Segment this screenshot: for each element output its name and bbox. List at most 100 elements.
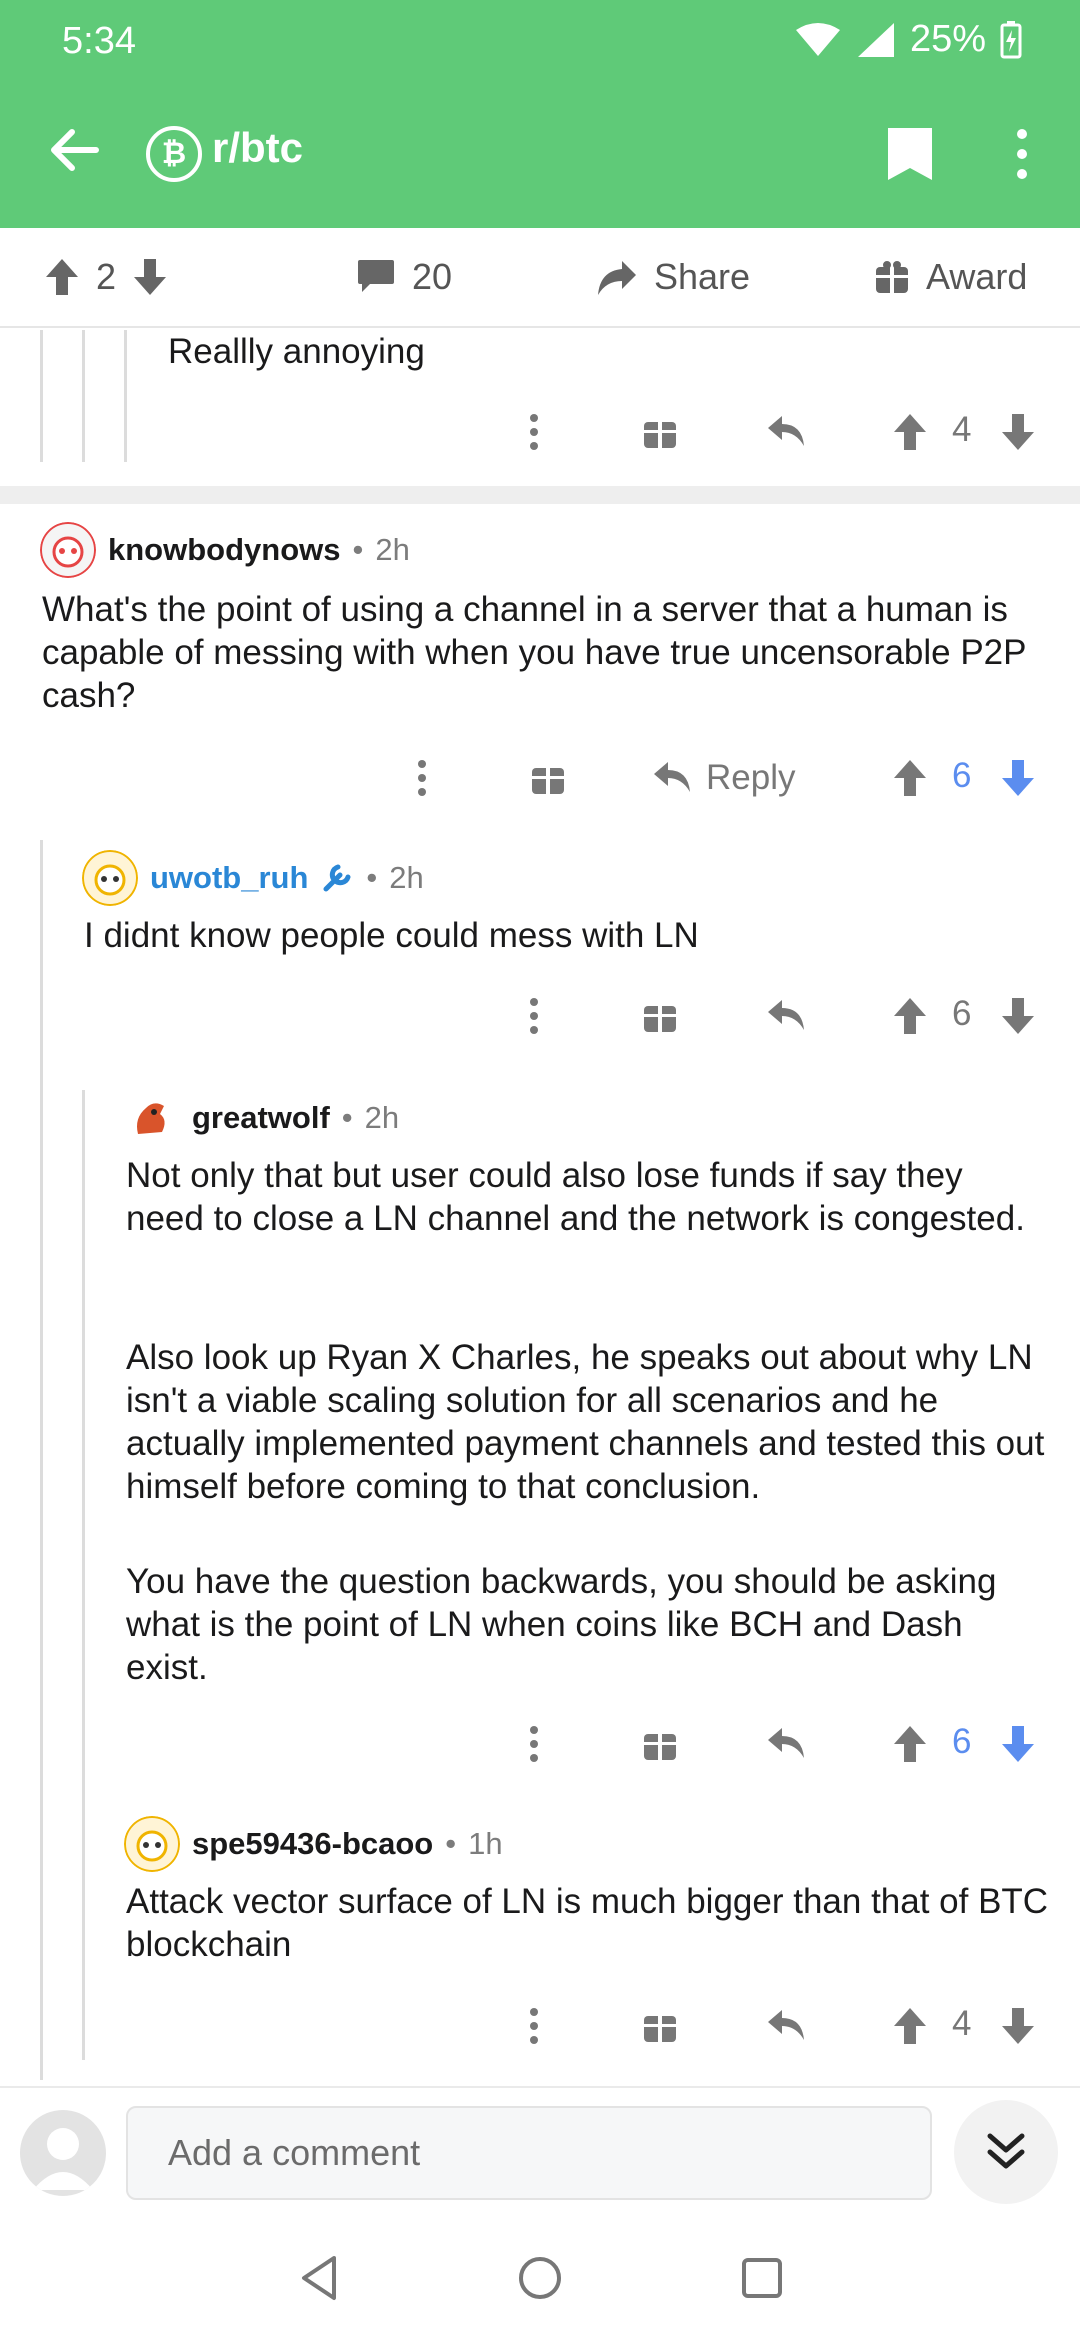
more-vertical-icon	[530, 1726, 538, 1762]
comment-body: What's the point of using a channel in a…	[42, 590, 1026, 715]
subreddit-icon: ₿	[146, 126, 202, 182]
nav-back-icon[interactable]	[290, 2248, 350, 2308]
award-comment-button[interactable]	[640, 1714, 680, 1774]
comment-author[interactable]: spe59436-bcaoo	[192, 1826, 433, 1862]
comment-actions: 4	[0, 1996, 1080, 2056]
comment-score: 6	[952, 1722, 972, 1761]
comment-author[interactable]: knowbodynows	[108, 532, 341, 568]
bookmark-icon[interactable]	[884, 124, 936, 184]
comment-more-button[interactable]	[404, 748, 440, 808]
reply-button[interactable]	[764, 1714, 808, 1774]
upvote-icon[interactable]	[890, 1714, 930, 1774]
award-button[interactable]: Award	[874, 256, 1027, 298]
more-options-icon[interactable]	[1004, 124, 1040, 184]
system-navigation-bar	[0, 2218, 1080, 2340]
back-arrow-icon[interactable]	[44, 120, 104, 180]
reply-button[interactable]	[764, 1996, 808, 2056]
avatar[interactable]	[124, 1090, 180, 1146]
comment-score: 6	[952, 756, 972, 795]
comment-paragraph: Also look up Ryan X Charles, he speaks o…	[126, 1338, 1045, 1506]
award-comment-button[interactable]	[640, 402, 680, 462]
avatar[interactable]	[82, 850, 138, 906]
comment-header: knowbodynows • 2h	[40, 522, 410, 578]
share-arrow-icon	[598, 261, 636, 295]
app-header: 5:34 25% ₿ r/btc	[0, 0, 1080, 228]
comment-more-button[interactable]	[516, 986, 552, 1046]
more-vertical-icon	[530, 414, 538, 450]
award-comment-button[interactable]	[640, 986, 680, 1046]
gift-icon	[644, 1006, 676, 1032]
comment-paragraph: You have the question backwards, you sho…	[126, 1562, 997, 1687]
reply-arrow-icon	[768, 416, 804, 446]
reply-arrow-icon	[654, 762, 690, 792]
award-comment-button[interactable]	[640, 1996, 680, 2056]
add-comment-input[interactable]: Add a comment	[126, 2106, 932, 2200]
gift-icon	[876, 261, 908, 293]
gift-icon	[644, 2016, 676, 2042]
status-time: 5:34	[62, 20, 136, 62]
share-label: Share	[654, 256, 751, 297]
comment-age: 2h	[375, 532, 410, 567]
share-button[interactable]: Share	[596, 256, 750, 298]
scroll-down-button[interactable]	[954, 2100, 1058, 2204]
comment-header: spe59436-bcaoo • 1h	[124, 1816, 503, 1872]
reply-button[interactable]: Reply	[652, 748, 822, 808]
wifi-icon	[795, 22, 840, 56]
avatar[interactable]	[40, 522, 96, 578]
double-chevron-down-icon	[987, 2133, 1025, 2169]
comment-actions: 4	[0, 402, 1080, 462]
signal-icon	[857, 22, 894, 57]
upvote-icon[interactable]	[44, 257, 80, 297]
comment-author[interactable]: uwotb_ruh	[150, 860, 308, 896]
comment-score: 6	[952, 994, 972, 1033]
battery-percent: 25%	[909, 18, 986, 60]
upvote-icon[interactable]	[890, 402, 930, 462]
comment-author[interactable]: greatwolf	[192, 1100, 330, 1136]
user-avatar[interactable]	[20, 2110, 106, 2196]
thread-rail[interactable]	[82, 1090, 85, 2060]
comment-more-button[interactable]	[516, 402, 552, 462]
downvote-icon[interactable]	[998, 1714, 1038, 1774]
thread-separator	[0, 486, 1080, 504]
comment-more-button[interactable]	[516, 1714, 552, 1774]
downvote-icon[interactable]	[998, 402, 1038, 462]
reply-button[interactable]	[764, 402, 808, 462]
upvote-icon[interactable]	[890, 1996, 930, 2056]
reply-arrow-icon	[768, 1000, 804, 1030]
comment-score: 4	[952, 410, 972, 449]
award-label: Award	[926, 256, 1028, 297]
status-icons: 25%	[794, 18, 1022, 61]
subreddit-name[interactable]: r/btc	[212, 124, 303, 172]
downvote-icon[interactable]	[998, 986, 1038, 1046]
nav-recents-icon[interactable]	[732, 2248, 792, 2308]
award-comment-button[interactable]	[528, 748, 568, 808]
more-vertical-icon	[530, 2008, 538, 2044]
comment-body: Reallly annoying	[168, 332, 425, 371]
comment-body: Attack vector surface of LN is much bigg…	[126, 1882, 1049, 1964]
upvote-icon[interactable]	[890, 986, 930, 1046]
comment-paragraph: Not only that but user could also lose f…	[126, 1156, 1025, 1238]
comment-actions: 6	[0, 986, 1080, 1046]
reply-button[interactable]	[764, 986, 808, 1046]
downvote-icon[interactable]	[998, 1996, 1038, 2056]
avatar[interactable]	[124, 1816, 180, 1872]
comment-header: greatwolf • 2h	[124, 1090, 399, 1146]
comment-actions: 6	[0, 1714, 1080, 1774]
upvote-icon[interactable]	[890, 748, 930, 808]
gift-icon	[644, 1734, 676, 1760]
reply-arrow-icon	[768, 1728, 804, 1758]
comment-composer-bar: Add a comment	[0, 2086, 1080, 2218]
downvote-icon[interactable]	[132, 257, 168, 297]
reply-label: Reply	[706, 758, 796, 797]
more-vertical-icon	[418, 760, 426, 796]
more-vertical-icon	[530, 998, 538, 1034]
post-vote-group: 2	[44, 256, 168, 298]
downvote-icon[interactable]	[998, 748, 1038, 808]
comments-button[interactable]: 20	[356, 256, 452, 298]
comment-count: 20	[412, 256, 453, 297]
comment-age: 2h	[389, 860, 424, 895]
comment-more-button[interactable]	[516, 1996, 552, 2056]
nav-home-icon[interactable]	[510, 2248, 570, 2308]
comment-score: 4	[952, 2004, 972, 2043]
comment-body: I didnt know people could mess with LN	[84, 916, 699, 955]
